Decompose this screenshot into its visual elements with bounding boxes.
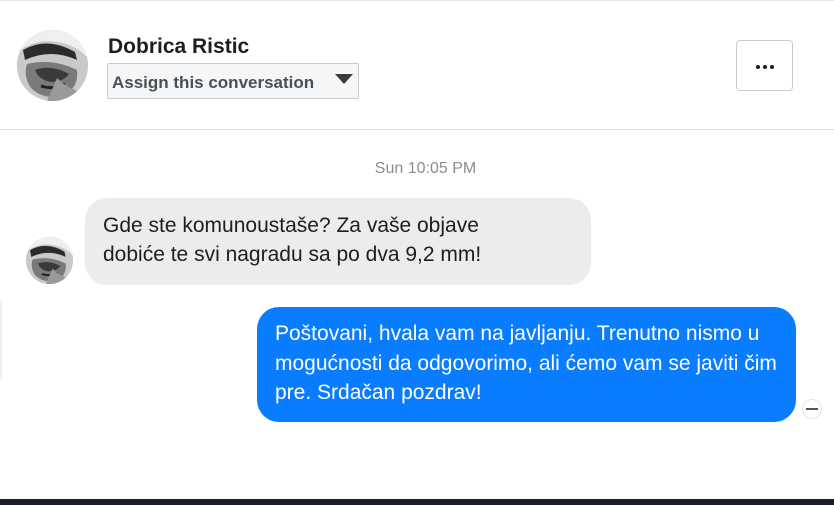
incoming-message-bubble[interactable]: Gde ste komunoustaše? Za vaše objave dob… xyxy=(85,198,591,285)
more-options-button[interactable] xyxy=(736,40,793,91)
outgoing-message-bubble[interactable]: Poštovani, hvala vam na javljanju. Trenu… xyxy=(257,307,796,422)
contact-name[interactable]: Dobrica Ristic xyxy=(108,35,249,59)
left-edge-divider xyxy=(0,300,2,380)
read-receipt-avatar xyxy=(802,399,822,419)
sender-avatar xyxy=(26,237,73,284)
caret-down-icon xyxy=(335,74,353,84)
bottom-bar xyxy=(0,499,834,505)
assign-dropdown-label: Assign this conversation xyxy=(112,73,315,92)
more-horizontal-icon xyxy=(756,65,774,69)
assign-conversation-dropdown[interactable]: Assign this conversation xyxy=(107,63,359,99)
message-timestamp: Sun 10:05 PM xyxy=(374,160,477,177)
contact-avatar[interactable] xyxy=(17,30,88,101)
conversation-header: Dobrica Ristic Assign this conversation xyxy=(0,0,834,130)
